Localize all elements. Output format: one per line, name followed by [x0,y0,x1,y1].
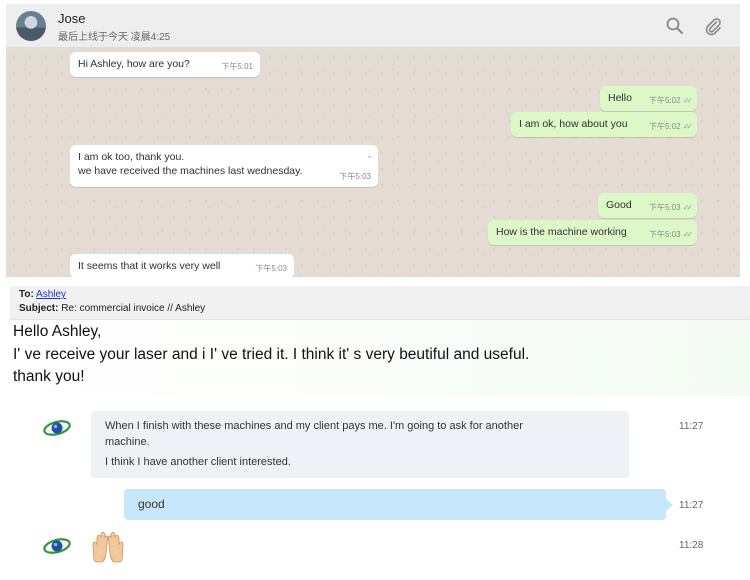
message-text: I am ok too, thank you. [78,151,185,163]
message-text: machine. [105,436,150,448]
message-time: 11:27 [679,500,704,511]
last-seen-status: 最后上线于今天 凌晨4:25 [58,32,171,43]
message-incoming[interactable]: When I finish with these machines and my… [91,411,629,478]
contact-logo-icon[interactable] [42,418,72,438]
subject-value: Re: commercial invoice // Ashley [61,303,206,314]
chat-messages: Hi Ashley, how are you? 下午5:01 Hello 下午5… [6,49,740,277]
contact-logo-icon[interactable] [42,536,72,556]
message-text: good [138,497,165,511]
message-incoming[interactable]: Hi Ashley, how are you? 下午5:01 [70,52,260,77]
message-outgoing[interactable]: Hello 下午5:02 ✓✓ [600,86,697,111]
double-check-icon: ✓✓ [682,203,694,212]
message-time: 下午5:02 [649,122,681,131]
paperclip-icon[interactable] [703,16,723,36]
whatsapp-chat-window: Jose 最后上线于今天 凌晨4:25 Hi Ashley, how are y… [6,4,740,277]
message-time: 下午5:03 [649,230,681,239]
message-time: 下午5:02 [649,96,681,105]
chevron-down-icon[interactable]: ⌄ [366,149,373,163]
email-header: To: Ashley Subject: Re: commercial invoi… [10,286,750,320]
message-time: 下午5:03 [649,203,681,212]
message-meta: 下午5:03 ✓✓ [649,201,694,215]
email-greeting: Hello Ashley, [13,323,102,340]
skype-chat: When I finish with these machines and my… [6,396,750,578]
email-paragraph: I' ve receive your laser and i I' ve tri… [13,346,530,363]
message-text: I think I have another client interested… [105,456,291,468]
message-time: 下午5:03 [255,264,287,273]
message-time: 11:28 [679,540,704,551]
message-text: we have received the machines last wedne… [78,165,303,177]
contact-avatar[interactable] [16,11,46,41]
message-outgoing[interactable]: good [124,489,673,520]
double-check-icon: ✓✓ [682,122,694,131]
message-outgoing[interactable]: How is the machine working 下午5:03 ✓✓ [488,220,697,245]
message-time: 11:27 [679,421,704,432]
email-subject-line: Subject: Re: commercial invoice // Ashle… [19,303,205,314]
recipient-link[interactable]: Ashley [36,289,66,300]
message-meta: 下午5:02 ✓✓ [649,120,694,134]
chat-header: Jose 最后上线于今天 凌晨4:25 [6,4,740,48]
message-outgoing[interactable]: Good 下午5:03 ✓✓ [598,193,697,218]
message-incoming[interactable]: It seems that it works very well 下午5:03 [70,254,294,277]
to-label: To: [19,289,34,300]
message-text: When I finish with these machines and my… [105,420,523,432]
message-incoming[interactable]: ⌄ I am ok too, thank you. we have receiv… [70,145,378,187]
message-meta: 下午5:03 ✓✓ [649,228,694,242]
double-check-icon: ✓✓ [682,96,694,105]
email-closing: thank you! [13,368,85,385]
email-to-line: To: Ashley [19,289,66,300]
message-meta: 下午5:02 ✓✓ [649,94,694,108]
message-time: 下午5:01 [221,62,253,71]
double-check-icon: ✓✓ [682,230,694,239]
email-body: Hello Ashley, I' ve receive your laser a… [10,320,750,396]
raising-hands-emoji-icon[interactable] [90,530,126,564]
search-icon[interactable] [665,16,685,36]
message-outgoing[interactable]: I am ok, how about you 下午5:02 ✓✓ [511,112,697,137]
subject-label: Subject: [19,303,59,314]
message-time: 下午5:03 [339,172,371,181]
contact-name[interactable]: Jose [58,11,85,26]
